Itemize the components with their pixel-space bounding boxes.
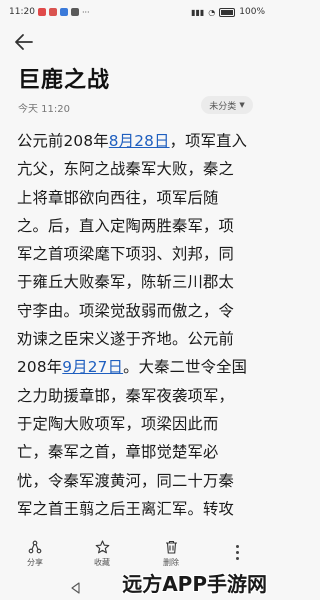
- status-time: 11:20: [9, 7, 35, 17]
- share-button[interactable]: 分享: [15, 540, 55, 568]
- body-text: 上将章邯欲向西往，项军后随: [17, 188, 219, 207]
- note-timestamp: 今天 11:20: [18, 104, 70, 115]
- watermark-logo: 远方APP手游网: [122, 572, 267, 596]
- chevron-down-icon: ▼: [239, 101, 245, 109]
- date-link[interactable]: 9月27日: [62, 358, 123, 376]
- body-line: 之力助援章邯，秦军夜袭项军，: [17, 382, 262, 410]
- star-icon: [95, 540, 109, 554]
- body-line: 军之首王翦之后王离汇军。转攻: [17, 495, 262, 523]
- delete-label: 删除: [163, 558, 179, 567]
- body-text: 守李由。项梁觉敌弱而傲之，令: [17, 301, 234, 320]
- status-bar: 11:20 ··· ▮▮▮ ◔ 100%: [0, 0, 273, 26]
- back-button[interactable]: [14, 33, 38, 53]
- body-line: 于定陶大败项军，项梁因此而: [17, 410, 262, 438]
- body-line: 亡，秦军之首，章邯觉楚军必: [17, 438, 262, 466]
- body-text: 之力助援章邯，秦军夜袭项军，: [17, 386, 234, 405]
- battery-icon: [219, 7, 236, 17]
- wifi-icon: ◔: [208, 7, 216, 17]
- body-text: 。大秦二世令全国: [123, 358, 248, 377]
- share-label: 分享: [27, 558, 43, 567]
- note-title[interactable]: 巨鹿之战: [18, 62, 110, 94]
- body-line: 208年9月27日。大秦二世令全国: [17, 353, 262, 381]
- body-text: 劝谏之臣宋义遂于齐地。公元前: [17, 330, 234, 349]
- more-dot-icon: [235, 557, 239, 560]
- body-line: 公元前208年8月28日，项军直入: [17, 127, 262, 155]
- body-text: 亡，秦军之首，章邯觉楚军必: [17, 443, 219, 462]
- body-text: 忧，令秦军渡黄河，同二十万秦: [17, 471, 234, 490]
- body-line: 亢父，东阿之战秦军大败，秦之: [17, 155, 262, 183]
- body-text: 于雍丘大败秦军，陈斩三川郡太: [17, 273, 234, 292]
- category-dropdown[interactable]: 未分类 ▼: [201, 96, 253, 114]
- favorite-label: 收藏: [94, 558, 110, 567]
- more-dot-icon: [235, 551, 239, 554]
- app-notification-icon: [48, 8, 57, 16]
- body-text: 公元前208年: [17, 132, 109, 150]
- body-text: 之。后，直入定陶两胜秦军，项: [17, 216, 234, 235]
- body-line: 上将章邯欲向西往，项军后随: [17, 184, 262, 212]
- body-line: 于雍丘大败秦军，陈斩三川郡太: [17, 268, 262, 296]
- more-dot-icon: [235, 545, 239, 548]
- app-notification-icon: [37, 8, 46, 16]
- delete-button[interactable]: 删除: [151, 540, 191, 568]
- date-link[interactable]: 8月28日: [109, 132, 170, 150]
- favorite-button[interactable]: 收藏: [82, 540, 122, 568]
- body-line: 军之首项梁麾下项羽、刘邦，同: [17, 240, 262, 268]
- body-line: 之。后，直入定陶两胜秦军，项: [17, 212, 262, 240]
- body-text: 军之首项梁麾下项羽、刘邦，同: [17, 245, 234, 264]
- trash-icon: [165, 540, 177, 554]
- category-label: 未分类: [209, 101, 237, 112]
- body-text: 亢父，东阿之战秦军大败，秦之: [17, 160, 234, 179]
- app-notification-icon: [59, 8, 68, 16]
- app-notification-icon: [70, 8, 79, 16]
- battery-percent: 100%: [239, 7, 265, 17]
- body-text: 于定陶大败项军，项梁因此而: [17, 414, 219, 433]
- body-text: ，项军直入: [169, 132, 248, 150]
- more-notifications-icon: ···: [81, 7, 90, 17]
- body-line: 忧，令秦军渡黄河，同二十万秦: [17, 467, 262, 495]
- back-arrow-icon: [15, 34, 33, 50]
- body-line: 守李由。项梁觉敌弱而傲之，令: [17, 297, 262, 325]
- note-body[interactable]: 公元前208年8月28日，项军直入亢父，东阿之战秦军大败，秦之 上将章邯欲向西往，…: [17, 127, 262, 523]
- body-text: 军之首王翦之后王离汇军。转攻: [17, 499, 234, 518]
- share-icon: [28, 540, 42, 554]
- body-line: 劝谏之臣宋义遂于齐地。公元前: [17, 325, 262, 353]
- more-options-button[interactable]: [231, 542, 243, 562]
- nav-back-icon[interactable]: [70, 582, 82, 594]
- signal-icon: ▮▮▮: [191, 7, 205, 17]
- body-text: 208年: [17, 358, 63, 377]
